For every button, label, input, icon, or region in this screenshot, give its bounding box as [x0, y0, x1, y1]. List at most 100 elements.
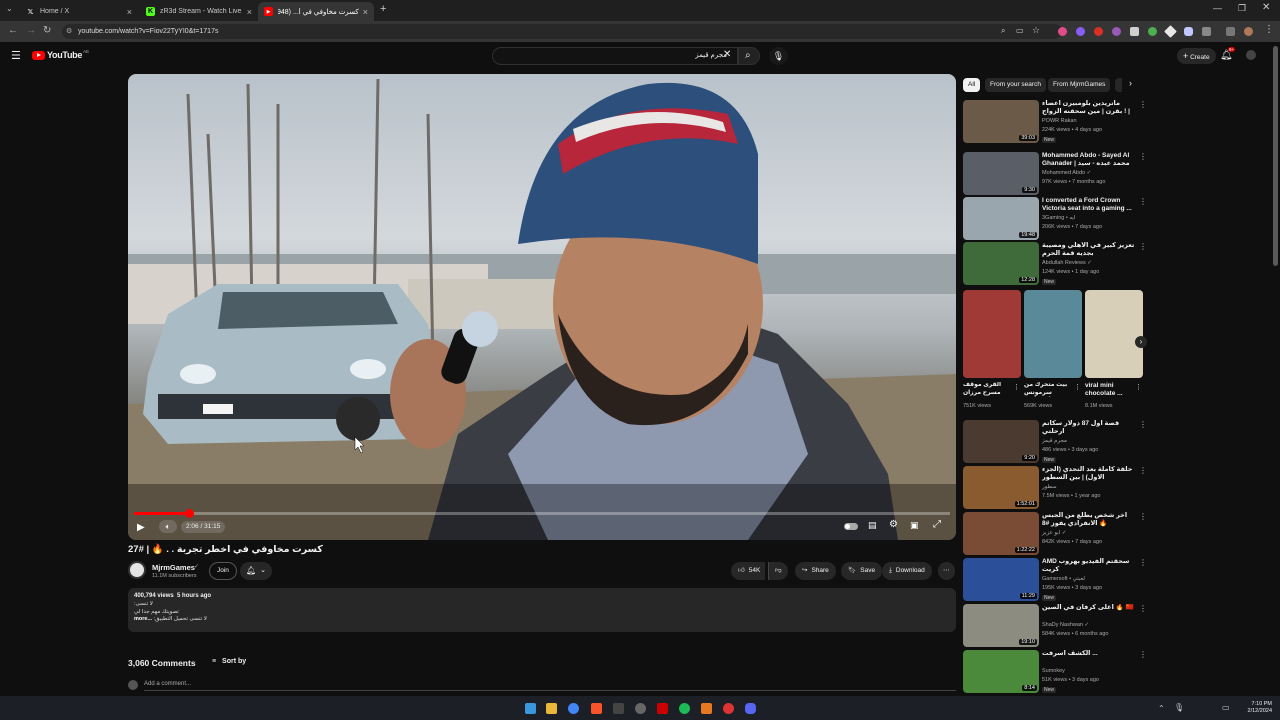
rec-title[interactable]: الكشف اسرفت ... — [1042, 650, 1135, 658]
rec-title[interactable]: اغلى كرفان في الصين 🔥 🇨🇳 — [1042, 604, 1135, 612]
more-vert-icon[interactable]: ⋮ — [1139, 242, 1147, 251]
dislike-button[interactable]: 👎︎ — [768, 562, 788, 580]
play-icon[interactable]: ▶ — [137, 522, 145, 533]
rec-title[interactable]: حلقة كاملة بعد التحدي (الجزء الاول) | بي… — [1042, 466, 1135, 482]
file-explorer-icon[interactable] — [546, 703, 557, 714]
recommendation-item[interactable]: 19:48 I converted a Ford Crown Victoria s… — [963, 197, 1153, 241]
rec-title[interactable]: Mohammed Abdo - Sayed Al Ghanader | محمد… — [1042, 152, 1135, 168]
more-vert-icon[interactable]: ⋮ — [1139, 197, 1147, 206]
maximize-icon[interactable]: ❐ — [1238, 3, 1246, 14]
more-vert-icon[interactable]: ⋮ — [1074, 383, 1081, 391]
recommendation-item[interactable]: 1:22:22 آخر شخص يطلع من الجبس الانفرادي ي… — [963, 512, 1153, 556]
rec-thumbnail[interactable]: 9:30 — [963, 152, 1039, 195]
rec-thumbnail[interactable]: 8:14 — [963, 650, 1039, 693]
more-vert-icon[interactable]: ⋮ — [1013, 383, 1020, 391]
subtitles-icon[interactable]: ▤ — [868, 520, 877, 531]
clear-search-icon[interactable]: ✕ — [723, 49, 731, 60]
rec-channel[interactable]: ابو عزيز ✓ — [1042, 530, 1066, 536]
more-vert-icon[interactable]: ⋮ — [1139, 558, 1147, 567]
search-input[interactable]: مجرم قيمز — [492, 47, 738, 65]
video-player[interactable]: ▶ 🔈︎ 2:06 / 31:15 ▤ ⚙ ▣ ⤢ — [128, 74, 956, 540]
more-vert-icon[interactable]: ⋮ — [1139, 650, 1147, 659]
app-icon[interactable] — [701, 703, 712, 714]
reload-icon[interactable]: ↻ — [43, 25, 51, 36]
short-title[interactable]: القرى موقف مسرح مرزان مجرم قيمز — [963, 382, 1013, 397]
extension-icon[interactable] — [1058, 27, 1067, 36]
rec-title[interactable]: AMD سحقتم الفيديو بهروب كريت — [1042, 558, 1135, 574]
search-button[interactable]: ⌕ — [738, 47, 760, 65]
short-thumb[interactable] — [1085, 290, 1143, 378]
app-icon[interactable] — [723, 703, 734, 714]
more-vert-icon[interactable]: ⋮ — [1139, 152, 1147, 161]
shorts-next-icon[interactable]: › — [1135, 336, 1147, 348]
recommendation-item[interactable]: 8:14 الكشف اسرفت ... Sumokey 51K views • 3 … — [963, 650, 1153, 694]
like-button[interactable]: 👍︎ 54K — [731, 562, 766, 580]
more-vert-icon[interactable]: ⋮ — [1139, 512, 1147, 521]
extension-icon[interactable] — [1148, 27, 1157, 36]
rec-thumbnail[interactable]: 19:48 — [963, 197, 1039, 240]
forward-icon[interactable]: → — [26, 25, 36, 36]
rec-channel[interactable]: Abdullah Reviews ✓ — [1042, 260, 1092, 266]
zoom-icon[interactable]: ⌕ — [1001, 26, 1005, 36]
window-close-icon[interactable]: ✕ — [1262, 2, 1270, 13]
close-icon[interactable]: × — [363, 7, 368, 17]
chip-from-search[interactable]: From your search — [985, 78, 1046, 92]
rec-thumbnail[interactable]: 9:20 — [963, 420, 1039, 463]
close-icon[interactable]: × — [127, 7, 132, 17]
short-thumb[interactable] — [963, 290, 1021, 378]
recommendation-item[interactable]: 19:10 اغلى كرفان في الصين 🔥 🇨🇳 ShaDy Nashw… — [963, 604, 1153, 648]
rec-channel[interactable]: Mohammed Abdo ✓ — [1042, 170, 1091, 176]
rec-title[interactable]: تعزيز كبير في الأهلي ومصيبة بجديه قمة ال… — [1042, 242, 1135, 258]
rec-title[interactable]: قصة أول 87 دولار سكاتم ارحلتي — [1042, 420, 1135, 436]
extension-icon[interactable] — [1184, 27, 1193, 36]
scrubber-handle[interactable] — [184, 509, 194, 518]
more-vert-icon[interactable]: ⋮ — [1139, 466, 1147, 475]
steam-icon[interactable] — [635, 703, 646, 714]
chip-all[interactable]: All — [963, 78, 981, 92]
rec-channel[interactable]: سطور — [1042, 484, 1057, 490]
rec-thumbnail[interactable]: 12:28 — [963, 242, 1039, 285]
rec-channel[interactable]: مجرم قيمز — [1042, 438, 1067, 444]
profile-avatar[interactable] — [1244, 27, 1253, 36]
taskbar-clock[interactable]: 7:10 PM 2/12/2024 — [1238, 701, 1272, 715]
rec-title[interactable]: I converted a Ford Crown Victoria seat i… — [1042, 197, 1135, 213]
rec-thumbnail[interactable]: 39:03 — [963, 100, 1039, 143]
extension-icon[interactable] — [1112, 27, 1121, 36]
new-tab-icon[interactable]: + — [380, 3, 386, 15]
site-info-icon[interactable]: ⚙ — [66, 24, 72, 39]
chip-scroll-right-icon[interactable]: › — [1129, 78, 1132, 88]
recommendation-item[interactable]: 11:29 AMD سحقتم الفيديو بهروب كريت Gamerso… — [963, 558, 1153, 602]
browser-menu-icon[interactable]: ⋮ — [1264, 24, 1274, 35]
discord-icon[interactable] — [745, 703, 756, 714]
extension-icon[interactable] — [1076, 27, 1085, 36]
chip-from-channel[interactable]: From MjrmGames — [1048, 78, 1111, 92]
rec-title[interactable]: آخر شخص يطلع من الجبس الانفرادي يفوز #8 … — [1042, 512, 1135, 528]
recommendation-item[interactable]: 1:52:01 حلقة كاملة بعد التحدي (الجزء الاو… — [963, 466, 1153, 510]
settings-gear-icon[interactable]: ⚙ — [889, 519, 898, 530]
rec-title[interactable]: ماتريدين بلومبيرن اعضاء بقرن | مين سحقنه… — [1042, 100, 1135, 116]
volume-icon[interactable]: 🔈︎ — [159, 520, 177, 533]
tab-kick[interactable]: K zR3d Stream - Watch Live on K × — [140, 2, 258, 21]
rec-channel[interactable]: 3Gaming • ايه — [1042, 215, 1075, 221]
app-icon[interactable] — [613, 703, 624, 714]
hamburger-menu-icon[interactable]: ☰ — [11, 49, 21, 62]
short-title[interactable]: بيت متحرك من سرمونس تامسيان... — [1024, 382, 1074, 397]
tab-x[interactable]: 𝕏 Home / X × — [20, 2, 138, 21]
description-box[interactable]: 400,794 views 5 hours ago لا تنسى: تصويت… — [128, 588, 956, 632]
recommendation-item[interactable]: 12:28 تعزيز كبير في الأهلي ومصيبة بجديه ق… — [963, 242, 1153, 286]
rec-thumbnail[interactable]: 19:10 — [963, 604, 1039, 647]
sort-by-button[interactable]: ≡ Sort by — [212, 658, 246, 665]
share-button[interactable]: ↪ Share — [795, 562, 836, 580]
url-field[interactable]: ⚙ youtube.com/watch?v=Fiov22TyYI0&t=1717… — [62, 24, 1062, 39]
extension-icon[interactable] — [1130, 27, 1139, 36]
voice-search-icon[interactable]: 🎙︎ — [769, 47, 788, 65]
rec-channel[interactable]: Sumokey — [1042, 668, 1065, 674]
youtube-logo[interactable]: YouTube AE — [32, 49, 89, 60]
create-button[interactable]: + Create — [1177, 48, 1216, 64]
channel-name[interactable]: MjrmGames — [152, 563, 195, 572]
recommendation-item[interactable]: 9:20 قصة أول 87 دولار سكاتم ارحلتي مجرم قي… — [963, 420, 1153, 464]
spotify-icon[interactable] — [679, 703, 690, 714]
tray-mic-icon[interactable]: 🎙︎ — [1174, 703, 1184, 712]
more-vert-icon[interactable]: ⋮ — [1139, 100, 1147, 109]
close-icon[interactable]: × — [247, 7, 252, 17]
